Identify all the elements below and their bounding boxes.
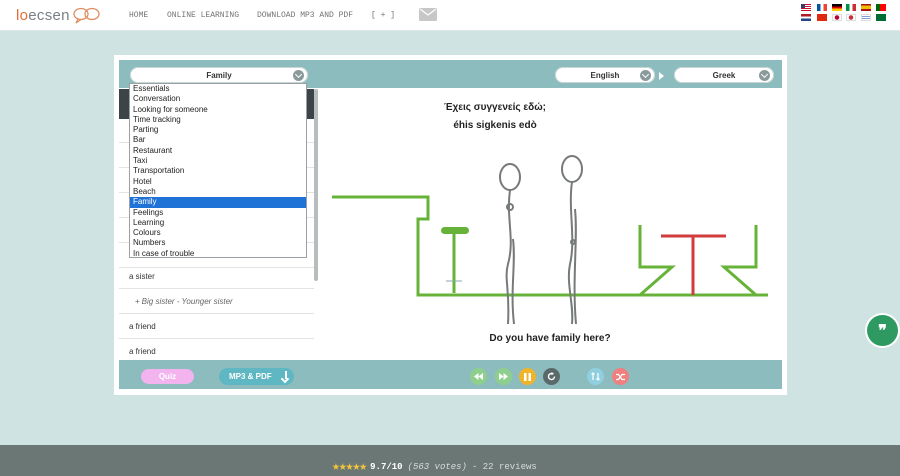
- bar-floor: [332, 195, 768, 297]
- flag-sa-icon[interactable]: [876, 14, 886, 21]
- dropdown-option[interactable]: Essentials: [130, 84, 306, 94]
- flag-us-icon[interactable]: [801, 4, 811, 11]
- dropdown-option[interactable]: In case of trouble: [130, 249, 306, 259]
- list-item-label: a friend: [129, 347, 156, 356]
- dropdown-option[interactable]: Bar: [130, 135, 306, 145]
- target-language-value: Greek: [712, 70, 736, 80]
- list-item-label: a sister: [129, 272, 155, 281]
- flag-it-icon[interactable]: [846, 4, 856, 11]
- rewind-icon: [474, 373, 483, 380]
- category-dropdown: Essentials Conversation Looking for some…: [129, 83, 307, 258]
- dropdown-option-selected[interactable]: Family: [130, 197, 306, 208]
- pause-icon: [524, 372, 531, 381]
- dropdown-option[interactable]: Learning: [130, 218, 306, 228]
- dropdown-option[interactable]: Parting: [130, 125, 306, 135]
- swap-button[interactable]: [587, 368, 604, 385]
- dropdown-option[interactable]: Colours: [130, 228, 306, 238]
- dropdown-option[interactable]: Beach: [130, 187, 306, 197]
- rating-votes: (563 votes): [407, 461, 467, 472]
- dropdown-option[interactable]: Transportation: [130, 166, 306, 176]
- chat-button[interactable]: ❞: [867, 315, 898, 346]
- dropdown-option[interactable]: Hotel: [130, 177, 306, 187]
- list-item-label: a friend: [129, 322, 156, 331]
- dropdown-option[interactable]: Conversation: [130, 94, 306, 104]
- nav-more[interactable]: [ + ]: [371, 0, 395, 30]
- rating-score: 9.7/10: [370, 461, 403, 472]
- dropdown-option[interactable]: Taxi: [130, 156, 306, 166]
- flag-es-icon[interactable]: [861, 4, 871, 11]
- mp3-pdf-button[interactable]: MP3 & PDF: [219, 368, 294, 385]
- logo[interactable]: loecsen: [16, 4, 102, 26]
- flag-pt-icon[interactable]: [876, 4, 886, 11]
- nav-online-learning[interactable]: ONLINE LEARNING: [167, 0, 239, 30]
- mail-icon[interactable]: [419, 8, 437, 21]
- chevron-down-icon: [293, 70, 304, 81]
- chevron-down-icon: [640, 70, 651, 81]
- swap-icon: [591, 372, 600, 381]
- rating-reviews[interactable]: - 22 reviews: [472, 462, 537, 472]
- person-right: [561, 155, 583, 325]
- logo-text-a: lo: [16, 6, 29, 24]
- rewind-button[interactable]: [470, 368, 487, 385]
- list-item[interactable]: Big sister - Younger sister: [119, 290, 314, 314]
- arrow-right-icon: [659, 72, 664, 80]
- repeat-icon: [547, 372, 556, 381]
- source-language-select[interactable]: English: [555, 67, 655, 83]
- forward-icon: [499, 373, 508, 380]
- logo-text-b: ecsen: [28, 6, 70, 24]
- nav-download-mp3-pdf[interactable]: DOWNLOAD MP3 AND PDF: [257, 0, 353, 30]
- phrase-list-scrollbar[interactable]: [314, 89, 318, 281]
- nav-home[interactable]: HOME: [129, 0, 148, 30]
- bar-stool: [441, 227, 469, 293]
- list-item[interactable]: a sister: [119, 265, 314, 289]
- flag-il-icon[interactable]: [861, 14, 871, 21]
- dropdown-option[interactable]: Numbers: [130, 238, 306, 248]
- flag-jp-icon[interactable]: [832, 14, 842, 21]
- flag-cn-icon[interactable]: [817, 14, 827, 21]
- dropdown-option[interactable]: Looking for someone: [130, 105, 306, 115]
- flag-de-icon[interactable]: [832, 4, 842, 11]
- shuffle-button[interactable]: [612, 368, 629, 385]
- category-select-value: Family: [206, 70, 232, 80]
- scene-illustration: [332, 155, 768, 325]
- forward-button[interactable]: [495, 368, 512, 385]
- rating: ★★★★★ 9.7/10 (563 votes) - 22 reviews: [332, 459, 537, 474]
- flag-fr-icon[interactable]: [817, 4, 827, 11]
- list-item-label: Big sister - Younger sister: [141, 297, 233, 306]
- chevron-down-icon: [759, 70, 770, 81]
- quiz-button-label: Quiz: [158, 372, 177, 381]
- quiz-button[interactable]: Quiz: [141, 369, 194, 384]
- dropdown-option[interactable]: Time tracking: [130, 115, 306, 125]
- dropdown-option[interactable]: Feelings: [130, 208, 306, 218]
- quote-icon: ❞: [878, 321, 887, 340]
- mp3-pdf-button-label: MP3 & PDF: [229, 372, 272, 381]
- flag-nl-icon[interactable]: [801, 14, 811, 21]
- list-item[interactable]: a friend: [119, 315, 314, 339]
- download-icon: [285, 371, 287, 379]
- pause-button[interactable]: [519, 368, 536, 385]
- source-language-value: English: [590, 70, 620, 80]
- target-language-select[interactable]: Greek: [674, 67, 774, 83]
- shuffle-icon: [616, 373, 625, 380]
- dropdown-option[interactable]: Restaurant: [130, 146, 306, 156]
- table-and-chairs: [638, 225, 758, 297]
- person-left: [499, 163, 521, 325]
- rating-stars: ★★★★★: [332, 459, 367, 474]
- top-bar: loecsen HOME ONLINE LEARNING DOWNLOAD MP…: [0, 0, 900, 31]
- list-item[interactable]: a friend: [119, 340, 314, 359]
- speech-bubbles-icon: [73, 7, 100, 24]
- repeat-button[interactable]: [543, 368, 560, 385]
- category-select[interactable]: Family: [130, 67, 308, 83]
- flag-kr-icon[interactable]: [846, 14, 856, 21]
